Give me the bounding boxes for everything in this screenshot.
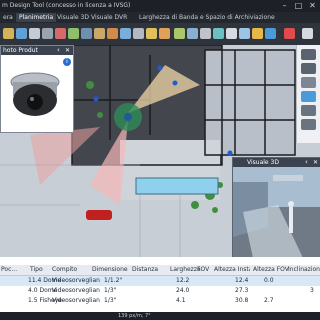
area-tool-icon[interactable] bbox=[68, 28, 79, 39]
status-bar: 139 px/m, 7° bbox=[0, 312, 320, 320]
title-bar: m Design Tool (concesso in licenza a IVS… bbox=[0, 0, 320, 12]
tab-camere[interactable]: era bbox=[0, 13, 16, 22]
undo-icon[interactable] bbox=[146, 28, 157, 39]
cell-larghezza: 12.2 bbox=[176, 277, 190, 284]
settings-tool-icon[interactable] bbox=[265, 28, 276, 39]
column-header-poc[interactable]: Poc... bbox=[1, 265, 17, 275]
window-title: m Design Tool (concesso in licenza a IVS… bbox=[2, 2, 131, 9]
minimize-button[interactable]: – bbox=[278, 1, 291, 11]
zoom-in-icon[interactable] bbox=[301, 49, 316, 60]
tab-larghezza-banda[interactable]: Larghezza di Banda e Spazio di Archiviaz… bbox=[136, 13, 278, 22]
youtube-icon[interactable] bbox=[284, 28, 295, 39]
cell-dimensione: 1/1.2" bbox=[104, 277, 123, 284]
cell-dimensione: 1/3" bbox=[104, 297, 117, 304]
text-tool-icon[interactable] bbox=[133, 28, 144, 39]
cell-inclinazione: 3 bbox=[310, 287, 314, 294]
cell-altezza-fov: 0.0 bbox=[264, 277, 274, 284]
cell-altezza-fov: 2.7 bbox=[264, 297, 274, 304]
column-header-altezza-fov[interactable]: Altezza FOV bbox=[253, 265, 289, 275]
navigation-toolbar bbox=[296, 45, 320, 143]
table-row[interactable]: 4.0 Dome Videosorveglian 1/3" 24.0 27.3 … bbox=[0, 286, 320, 296]
select-tool-icon[interactable] bbox=[16, 28, 27, 39]
lock-tool-icon[interactable] bbox=[213, 28, 224, 39]
close-icon[interactable]: ✕ bbox=[313, 158, 318, 167]
tab-planimetria[interactable]: Planimetria bbox=[16, 13, 57, 22]
table-row[interactable]: 11.4 Dome Videosorveglian 1/1.2" 12.2 12… bbox=[0, 276, 320, 286]
maximize-button[interactable]: □ bbox=[292, 1, 305, 11]
cell-compito: Videosorveglian bbox=[52, 297, 100, 304]
tab-visuale-3d[interactable]: Visuale 3D bbox=[54, 13, 92, 22]
scale-readout: 139 px/m, 7° bbox=[118, 313, 151, 319]
pdf-tool-icon[interactable] bbox=[55, 28, 66, 39]
column-header-tipo[interactable]: Tipo bbox=[30, 265, 43, 275]
rotate-view-icon[interactable] bbox=[301, 105, 316, 116]
chevron-left-icon[interactable]: ‹ bbox=[305, 158, 308, 167]
wall-tool-icon[interactable] bbox=[42, 28, 53, 39]
chevron-left-icon[interactable]: ‹ bbox=[57, 46, 63, 55]
close-icon[interactable]: ✕ bbox=[65, 46, 71, 55]
info-icon[interactable]: i bbox=[63, 58, 71, 66]
product-photo-header: hoto Produt ‹ ✕ bbox=[1, 46, 73, 55]
close-window-button[interactable]: ✕ bbox=[306, 1, 319, 11]
camera-table: Poc... Tipo Compito Dimensione S... Dist… bbox=[0, 257, 320, 312]
layers-tool-icon[interactable] bbox=[187, 28, 198, 39]
copy-tool-icon[interactable] bbox=[226, 28, 237, 39]
north-arrow-icon[interactable] bbox=[301, 119, 316, 130]
fit-view-icon[interactable] bbox=[301, 91, 316, 102]
help-icon[interactable] bbox=[302, 28, 313, 39]
toolbar bbox=[0, 23, 320, 45]
dome-camera-image bbox=[10, 72, 60, 116]
cell-altezza: 30.8 bbox=[235, 297, 249, 304]
column-header-altezza-installazione[interactable]: Altezza Installa... bbox=[214, 265, 250, 275]
align-tool-icon[interactable] bbox=[200, 28, 211, 39]
view-3d-header: Visuale 3D ‹ ✕ bbox=[233, 158, 320, 167]
redo-icon[interactable] bbox=[159, 28, 170, 39]
camera-tool-icon[interactable] bbox=[3, 28, 14, 39]
view-tab-bar: era Planimetria Visuale 3D Visuale DVR L… bbox=[0, 12, 320, 23]
cell-compito: Videosorveglian bbox=[52, 287, 100, 294]
column-header-compito[interactable]: Compito bbox=[52, 265, 77, 275]
column-header-dimensione[interactable]: Dimensione S... bbox=[92, 265, 128, 275]
column-header-distanza[interactable]: Distanza bbox=[132, 265, 158, 275]
pointer-tool-icon[interactable] bbox=[29, 28, 40, 39]
tab-visuale-dvr[interactable]: Visuale DVR bbox=[88, 13, 130, 22]
car-object bbox=[86, 210, 112, 220]
zoom-out-icon[interactable] bbox=[301, 63, 316, 74]
camera-marker bbox=[124, 113, 132, 121]
print-tool-icon[interactable] bbox=[239, 28, 250, 39]
view-3d-title: Visuale 3D bbox=[247, 159, 279, 166]
product-photo-panel: hoto Produt ‹ ✕ i bbox=[0, 45, 74, 133]
bus-object bbox=[135, 177, 219, 195]
door-tool-icon[interactable] bbox=[107, 28, 118, 39]
window-tool-icon[interactable] bbox=[120, 28, 131, 39]
cell-compito: Videosorveglian bbox=[52, 277, 100, 284]
cell-altezza: 12.4 bbox=[235, 277, 249, 284]
table-row[interactable]: 1.5 Fisheye Videosorveglian 1/3" 4.1 30.… bbox=[0, 296, 320, 306]
room-grid-east bbox=[205, 50, 295, 155]
product-photo-title: hoto Produt bbox=[3, 47, 38, 54]
column-header-inclinazione[interactable]: Inclinazione bbox=[288, 265, 320, 275]
cell-altezza: 27.3 bbox=[235, 287, 249, 294]
label-tool-icon[interactable] bbox=[252, 28, 263, 39]
view-3d-scene bbox=[233, 167, 320, 258]
view-3d-panel[interactable]: Visuale 3D ‹ ✕ bbox=[232, 157, 320, 259]
pan-hand-icon[interactable] bbox=[301, 77, 316, 88]
measure-tool-icon[interactable] bbox=[81, 28, 92, 39]
cell-dimensione: 1/3" bbox=[104, 287, 117, 294]
cell-larghezza: 24.0 bbox=[176, 287, 190, 294]
column-header-fov[interactable]: FOV bbox=[197, 265, 209, 275]
cell-larghezza: 4.1 bbox=[176, 297, 186, 304]
furniture-tool-icon[interactable] bbox=[94, 28, 105, 39]
grid-tool-icon[interactable] bbox=[174, 28, 185, 39]
